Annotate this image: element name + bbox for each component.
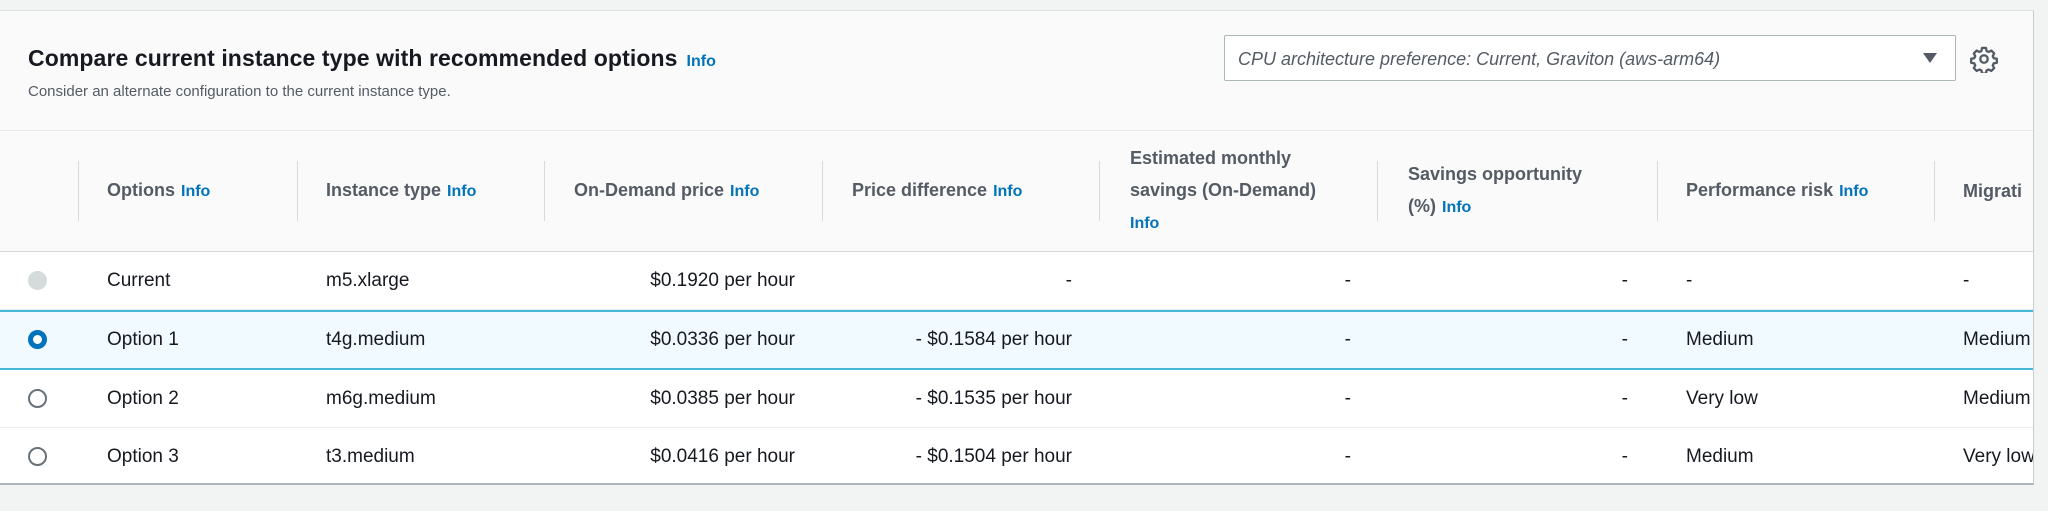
cell-estimated-monthly-savings: -	[1344, 387, 1351, 409]
options-info-link[interactable]: Info	[181, 183, 210, 200]
column-header-estimated-monthly-savings[interactable]: Estimated monthly savings (On-Demand) Inf…	[1130, 131, 1350, 251]
cell-migration: Medium	[1963, 387, 2031, 409]
table-row: Current m5.xlarge $0.1920 per hour - - -…	[0, 252, 2033, 310]
performance-risk-info-link[interactable]: Info	[1839, 183, 1868, 200]
column-header-label: Performance risk Info	[1686, 180, 1869, 200]
table-row-selected[interactable]: Option 1 t4g.medium $0.0336 per hour - $…	[0, 310, 2033, 370]
cell-estimated-monthly-savings: -	[1344, 269, 1351, 291]
cell-on-demand-price: $0.0416 per hour	[650, 445, 795, 467]
cell-migration: -	[1963, 269, 1970, 291]
cell-instance-type: m6g.medium	[326, 387, 436, 409]
table-row[interactable]: Option 2 m6g.medium $0.0385 per hour - $…	[0, 370, 2033, 428]
column-header-price-difference[interactable]: Price difference Info	[852, 131, 1078, 251]
cell-option: Current	[107, 269, 171, 291]
column-divider	[822, 161, 823, 221]
cell-instance-type: t3.medium	[326, 445, 415, 467]
preferences-button[interactable]	[1970, 45, 1998, 75]
savings-opportunity-info-link[interactable]: Info	[1442, 199, 1471, 216]
row-radio[interactable]	[28, 388, 47, 408]
column-header-label: Instance type Info	[326, 180, 477, 200]
cell-instance-type: t4g.medium	[326, 329, 426, 350]
cpu-architecture-select-value: CPU architecture preference: Current, Gr…	[1238, 49, 1721, 69]
cell-price-difference: - $0.1504 per hour	[915, 445, 1072, 467]
column-header-options[interactable]: Options Info	[107, 131, 297, 251]
title-info-link[interactable]: Info	[687, 53, 716, 71]
row-radio-disabled	[28, 270, 47, 290]
viewport: Compare current instance type with recom…	[0, 0, 2048, 511]
cell-performance-risk: Medium	[1686, 445, 1754, 467]
cpu-architecture-select[interactable]: CPU architecture preference: Current, Gr…	[1224, 35, 1956, 81]
cell-instance-type: m5.xlarge	[326, 269, 410, 291]
cell-price-difference: - $0.1535 per hour	[915, 387, 1072, 409]
column-header-on-demand-price[interactable]: On-Demand price Info	[574, 131, 822, 251]
column-divider	[1099, 161, 1100, 221]
cell-savings-opportunity: -	[1621, 387, 1628, 409]
cell-on-demand-price: $0.0336 per hour	[650, 329, 795, 350]
recommendation-table: Options Info Instance type Info On-Demand …	[0, 131, 2034, 483]
column-header-savings-opportunity[interactable]: Savings opportunity (%) Info	[1408, 131, 1638, 251]
cell-performance-risk: Very low	[1686, 387, 1758, 409]
table-header: Options Info Instance type Info On-Demand …	[0, 131, 2033, 252]
compare-instance-panel: Compare current instance type with recom…	[0, 10, 2034, 485]
cell-price-difference: -	[1065, 269, 1072, 291]
cell-option: Option 2	[107, 387, 179, 409]
cell-on-demand-price: $0.0385 per hour	[650, 387, 795, 409]
title-row: Compare current instance type with recom…	[28, 45, 716, 72]
column-divider	[297, 161, 298, 221]
cell-migration: Medium	[1963, 329, 2031, 350]
on-demand-price-info-link[interactable]: Info	[730, 183, 759, 200]
gear-icon	[1970, 46, 1998, 75]
column-header-label: Estimated monthly savings (On-Demand) Inf…	[1130, 148, 1317, 232]
instance-type-info-link[interactable]: Info	[447, 183, 476, 200]
cell-performance-risk: -	[1686, 269, 1693, 291]
cell-performance-risk: Medium	[1686, 329, 1754, 350]
cell-savings-opportunity: -	[1621, 329, 1628, 350]
cell-on-demand-price: $0.1920 per hour	[650, 269, 795, 291]
column-divider	[544, 161, 545, 221]
row-radio-checked[interactable]	[28, 330, 47, 349]
column-header-performance-risk[interactable]: Performance risk Info	[1686, 131, 1918, 251]
cell-estimated-monthly-savings: -	[1344, 329, 1351, 350]
estimated-monthly-savings-info-link[interactable]: Info	[1130, 215, 1159, 232]
cell-option: Option 1	[107, 329, 179, 350]
column-header-label: Savings opportunity (%) Info	[1408, 164, 1583, 216]
row-radio[interactable]	[28, 446, 47, 466]
column-divider	[1377, 161, 1378, 221]
table-row[interactable]: Option 3 t3.medium $0.0416 per hour - $0…	[0, 428, 2034, 483]
panel-title: Compare current instance type with recom…	[28, 45, 678, 71]
column-header-label: On-Demand price Info	[574, 180, 760, 200]
column-header-label: Options Info	[107, 180, 211, 200]
cell-migration: Very low	[1963, 445, 2034, 467]
cell-option: Option 3	[107, 445, 179, 467]
column-divider	[1934, 161, 1935, 221]
column-header-instance-type[interactable]: Instance type Info	[326, 131, 544, 251]
column-divider	[1657, 161, 1658, 221]
cell-price-difference: - $0.1584 per hour	[915, 329, 1072, 350]
column-header-migration[interactable]: Migrati	[1963, 131, 2033, 251]
cell-estimated-monthly-savings: -	[1344, 445, 1351, 467]
caret-down-icon	[1923, 53, 1937, 63]
cell-savings-opportunity: -	[1621, 445, 1628, 467]
panel-description: Consider an alternate configuration to t…	[28, 83, 451, 100]
price-difference-info-link[interactable]: Info	[993, 183, 1022, 200]
column-header-label: Price difference Info	[852, 180, 1023, 200]
column-header-label: Migrati	[1963, 181, 2023, 201]
cell-savings-opportunity: -	[1621, 269, 1628, 291]
column-divider	[78, 161, 79, 221]
panel-header: Compare current instance type with recom…	[0, 11, 2033, 131]
